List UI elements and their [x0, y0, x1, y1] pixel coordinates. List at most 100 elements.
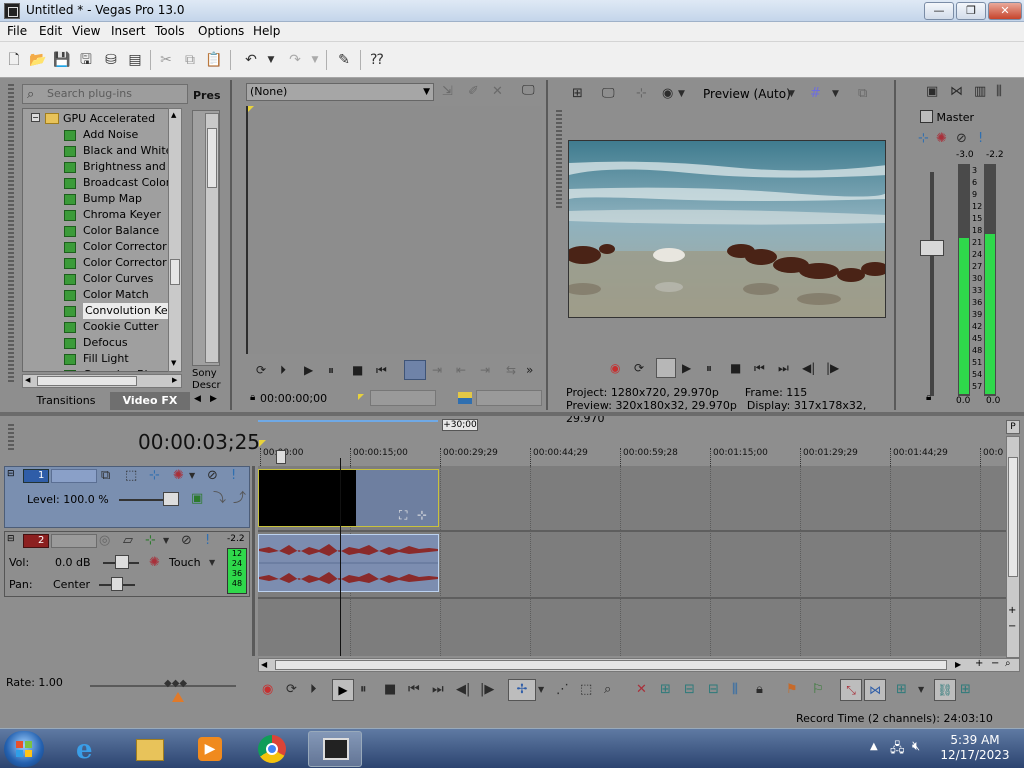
track-motion-icon[interactable]: ⬚: [125, 468, 137, 484]
split-screen-icon[interactable]: ⊹: [636, 86, 647, 102]
mute-icon[interactable]: ⊘: [956, 131, 967, 147]
add-to-timeline-icon[interactable]: ⇥: [432, 362, 442, 380]
panel-grip[interactable]: [556, 110, 562, 210]
plugin-item[interactable]: Add Noise: [23, 127, 173, 143]
plugin-item[interactable]: Convolution Kerne: [23, 303, 173, 319]
auto-crossfade-button[interactable]: ⋈: [864, 679, 886, 701]
properties-icon[interactable]: ▤: [126, 51, 144, 69]
scroll-left-icon[interactable]: ◀: [25, 376, 30, 384]
solo-icon[interactable]: !: [231, 468, 236, 484]
track-fx-chain-icon[interactable]: ⊹: [145, 533, 156, 549]
paste-icon[interactable]: 📋: [205, 51, 223, 69]
preview-quality-dropdown-icon[interactable]: ▼: [788, 86, 795, 102]
tab-video-fx[interactable]: Video FX: [110, 392, 190, 410]
timeline-tracks[interactable]: ⛶ ⊹: [258, 466, 1006, 656]
lock-envelopes-button[interactable]: ⛓: [934, 679, 956, 701]
cut-icon[interactable]: ✂: [157, 51, 175, 69]
trimmer-media-select[interactable]: (None) ▼: [246, 83, 434, 101]
panel-grip[interactable]: [8, 84, 14, 384]
previous-frame-icon[interactable]: ◀|: [802, 360, 815, 378]
preview-properties-icon[interactable]: ⊞: [572, 86, 583, 102]
rate-slider-track[interactable]: [90, 685, 236, 687]
plugin-item[interactable]: Gaussian Blur: [23, 367, 173, 371]
plugin-item[interactable]: Color Balance: [23, 223, 173, 239]
add-before-icon[interactable]: ⇤: [456, 362, 466, 380]
timeline-ruler[interactable]: 00:00:0000:00:15;0000:00:29;2900:00:44;2…: [258, 448, 1006, 466]
play-button[interactable]: ▶: [332, 679, 354, 701]
chevron-down-icon[interactable]: ▼: [163, 533, 169, 549]
master-properties-icon[interactable]: ▣: [926, 84, 938, 100]
play-icon[interactable]: ▶: [304, 362, 313, 380]
loop-icon[interactable]: ⟳: [256, 362, 266, 380]
event-pan-crop-icon[interactable]: ⛶: [399, 508, 407, 523]
horizontal-splitter[interactable]: [0, 412, 1024, 416]
overlays-icon[interactable]: ◉: [662, 86, 673, 102]
start-button[interactable]: [4, 731, 44, 767]
lock-event-icon[interactable]: 🔒︎: [756, 682, 763, 698]
timeline-timecode[interactable]: 00:00:03;25: [138, 430, 260, 454]
pause-icon[interactable]: ⏸: [706, 360, 712, 378]
event-fx-icon[interactable]: ⊹: [417, 508, 427, 522]
selection-tool-icon[interactable]: ⬚: [580, 682, 592, 698]
automation-settings-icon[interactable]: ✺: [149, 555, 160, 571]
go-to-end-icon[interactable]: ⏭: [778, 360, 789, 378]
envelope-tool-icon[interactable]: ⋰: [556, 682, 569, 698]
tab-scroll-right-icon[interactable]: ▶: [210, 394, 217, 404]
redo-dropdown-icon[interactable]: ▼: [306, 51, 324, 69]
save-as-icon[interactable]: 🖫: [77, 51, 95, 69]
pan-slider-handle[interactable]: [111, 577, 123, 591]
trimmer-selection-mode-button[interactable]: [404, 360, 426, 380]
fx-icon[interactable]: ✺: [936, 131, 947, 147]
chevron-down-icon[interactable]: ▼: [918, 682, 924, 698]
pause-icon[interactable]: ⏸: [328, 362, 334, 380]
internet-explorer-icon[interactable]: e: [62, 731, 116, 767]
maximize-button[interactable]: ❐: [956, 2, 986, 20]
downmix-icon[interactable]: ⋈: [950, 84, 963, 100]
preview-quality-select[interactable]: Preview (Auto): [703, 87, 791, 101]
undo-icon[interactable]: ↶: [242, 51, 260, 69]
media-player-icon[interactable]: ▶: [182, 731, 236, 767]
stop-icon[interactable]: ■: [384, 682, 396, 698]
go-to-start-icon[interactable]: ⏮: [376, 362, 387, 380]
scroll-thumb[interactable]: [170, 259, 180, 285]
zoom-out-vertical-icon[interactable]: −: [1008, 621, 1016, 632]
search-plugins-input[interactable]: ⌕ Search plug-ins: [22, 84, 188, 104]
split-icon[interactable]: ⫼: [732, 682, 738, 698]
trimmer-view[interactable]: [246, 106, 542, 354]
compositing-mode-icon[interactable]: ⧉: [101, 468, 110, 484]
chevron-down-icon[interactable]: ▼: [538, 682, 544, 698]
create-subclip-icon[interactable]: ⇲: [442, 84, 453, 100]
meters-icon[interactable]: ⫼: [996, 84, 1002, 100]
insert-region-icon[interactable]: ⚐: [812, 682, 824, 698]
plugin-item[interactable]: Black and White: [23, 143, 173, 159]
pan-icon[interactable]: ⊹: [918, 131, 929, 147]
plugin-item[interactable]: Color Match: [23, 287, 173, 303]
auto-ripple-icon[interactable]: ⊞: [896, 682, 907, 698]
menu-tools[interactable]: Tools: [155, 24, 185, 38]
timeline-hscroll-thumb[interactable]: [275, 660, 947, 670]
loop-icon[interactable]: ⟳: [634, 360, 644, 378]
zoom-in-vertical-icon[interactable]: +: [1008, 605, 1016, 616]
redo-icon[interactable]: ↷: [286, 51, 304, 69]
video-event[interactable]: ⛶ ⊹: [258, 469, 439, 527]
plugin-item[interactable]: Color Corrector: [23, 239, 173, 255]
stop-icon[interactable]: ■: [730, 360, 741, 378]
normal-edit-tool-button[interactable]: ✢: [508, 679, 536, 701]
audio-track-header[interactable]: ⊟ 2 ◎ ⏥ ⊹ ▼ ⊘ ! Vol: 0.0 dB ✺ Touch ▼ Pa…: [4, 531, 250, 597]
panel-divider[interactable]: [546, 80, 548, 410]
play-from-start-icon[interactable]: ⏵: [310, 682, 317, 698]
timeline-hscrollbar[interactable]: ◀ ▶ + − ⌕: [258, 658, 1020, 672]
dim-output-icon[interactable]: ▥: [974, 84, 986, 100]
close-button[interactable]: ✕: [988, 2, 1022, 20]
mute-icon[interactable]: ⊘: [207, 468, 218, 484]
make-compositing-child-icon[interactable]: ⤵: [213, 491, 226, 507]
timeline-vscroll-thumb[interactable]: [1008, 457, 1018, 577]
panel-grip[interactable]: [8, 424, 14, 452]
ignore-event-grouping-icon[interactable]: ⊞: [960, 682, 971, 698]
menu-edit[interactable]: Edit: [39, 24, 62, 38]
track-list-divider[interactable]: [252, 466, 255, 656]
plugin-item[interactable]: Color Corrector (S: [23, 255, 173, 271]
automation-mode[interactable]: Touch: [169, 556, 201, 569]
video-track-header[interactable]: ⊟ 1 ⧉ ⬚ ⊹ ✺ ▼ ⊘ ! Level: 100.0 % ▣ ⤵ ⤴: [4, 466, 250, 528]
chevron-down-icon[interactable]: ▼: [832, 86, 839, 102]
